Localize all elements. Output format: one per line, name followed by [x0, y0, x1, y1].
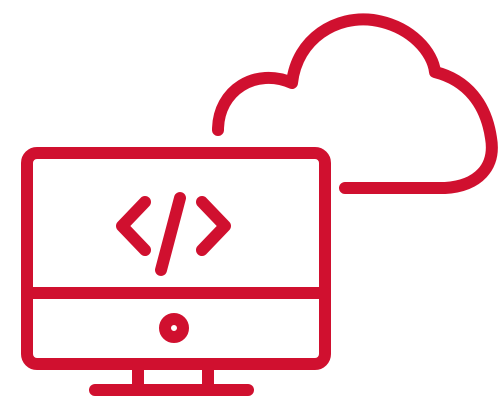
cloud-computing-illustration: [0, 0, 503, 405]
code-icon: [116, 192, 231, 276]
cloud-icon: [212, 13, 498, 194]
cloud-computing-svg: [21, 13, 498, 396]
power-button-icon: [159, 313, 189, 343]
